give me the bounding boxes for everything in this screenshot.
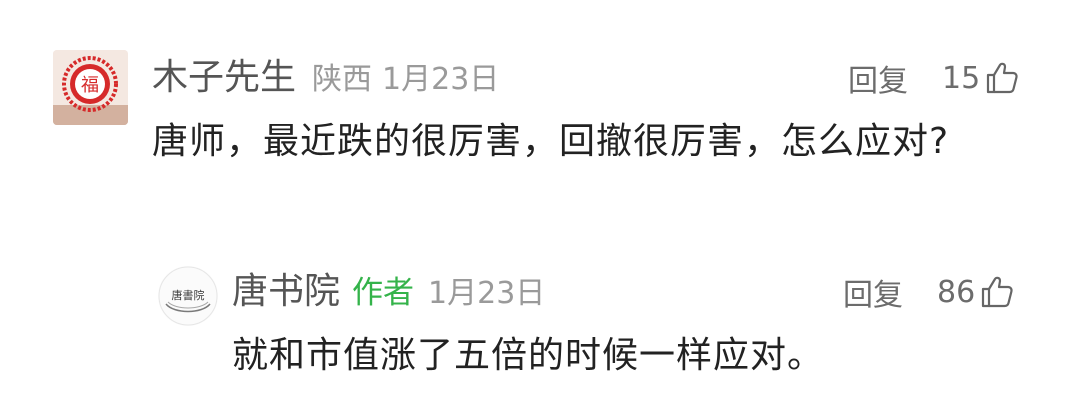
author-badge: 作者 <box>352 275 415 311</box>
commenter-username[interactable]: 木子先生 <box>152 56 296 100</box>
author-avatar[interactable]: 唐書院 <box>158 266 218 326</box>
comment-date: 1月23日 <box>382 62 500 97</box>
thumbs-up-icon[interactable] <box>984 60 1020 96</box>
reply-date: 1月23日 <box>428 276 546 311</box>
author-avatar-label: 唐書院 <box>172 288 205 302</box>
comment-reply-button[interactable]: 回复 <box>848 56 908 100</box>
reply-like-count: 86 <box>937 274 976 310</box>
commenter-location: 陕西 <box>312 62 373 97</box>
thumbs-up-icon[interactable] <box>979 274 1015 310</box>
reply-body: 就和市值涨了五倍的时候一样应对。 <box>232 335 825 376</box>
commenter-avatar[interactable]: 福 <box>53 50 128 125</box>
comment-header: 木子先生 陕西 1月23日 <box>152 56 499 102</box>
avatar-glyph: 福 <box>81 75 99 96</box>
comment-like-count: 15 <box>942 60 981 96</box>
comment-actions: 回复 15 <box>848 56 1020 100</box>
author-username[interactable]: 唐书院 <box>232 270 340 314</box>
reply-header: 唐书院 作者 1月23日 <box>232 270 545 316</box>
comment-body: 唐师，最近跌的很厉害，回撤很厉害，怎么应对? <box>152 121 950 162</box>
reply-actions: 回复 86 <box>843 270 1015 314</box>
reply-reply-button[interactable]: 回复 <box>843 270 903 314</box>
